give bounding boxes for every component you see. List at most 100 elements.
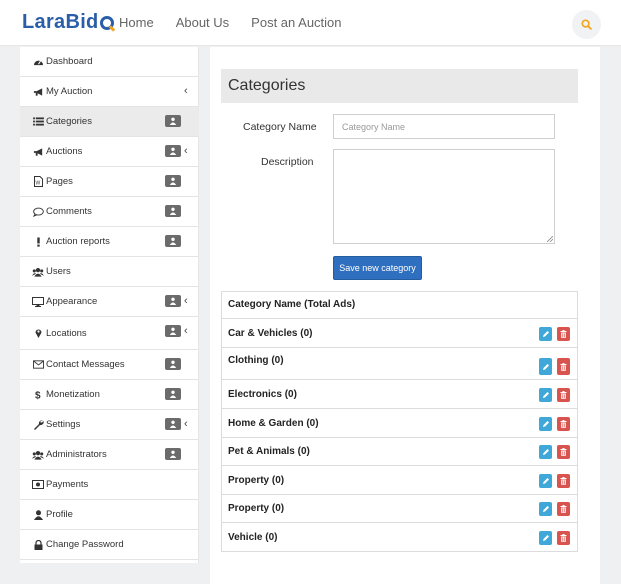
chevron-left-icon[interactable]: ‹ bbox=[184, 325, 188, 337]
sidebar-item-label: Change Password bbox=[46, 539, 124, 550]
sidebar-item-payments[interactable]: Payments bbox=[20, 470, 199, 500]
sidebar-item-pages[interactable]: W Pages bbox=[20, 167, 199, 197]
user-badge-icon bbox=[165, 388, 181, 400]
admin-sidebar: Dashboard My Auction ‹ Categories Auctions ‹ W… bbox=[20, 47, 199, 563]
pencil-icon bbox=[542, 477, 550, 485]
delete-button[interactable] bbox=[557, 417, 570, 431]
site-logo[interactable]: LaraBid bbox=[22, 11, 114, 34]
delete-button[interactable] bbox=[557, 445, 570, 459]
table-row: Vehicle (0) bbox=[222, 523, 577, 552]
edit-button[interactable] bbox=[539, 445, 552, 459]
description-textarea[interactable] bbox=[333, 149, 555, 244]
sidebar-item-dashboard[interactable]: Dashboard bbox=[20, 47, 199, 77]
delete-button[interactable] bbox=[557, 502, 570, 516]
edit-button[interactable] bbox=[539, 531, 552, 545]
pencil-icon bbox=[542, 505, 550, 513]
file-icon: W bbox=[32, 176, 44, 187]
sidebar-item-monetization[interactable]: $ Monetization bbox=[20, 380, 199, 410]
edit-button[interactable] bbox=[539, 388, 552, 402]
table-row: Property (0) bbox=[222, 466, 577, 495]
search-button[interactable] bbox=[572, 10, 601, 39]
sidebar-item-appearance[interactable]: Appearance ‹ bbox=[20, 287, 199, 317]
delete-button[interactable] bbox=[557, 474, 570, 488]
sidebar-item-change-password[interactable]: Change Password bbox=[20, 530, 199, 560]
top-navbar: LaraBid Home About Us Post an Auction bbox=[0, 0, 621, 46]
page-heading-bar: Categories bbox=[221, 69, 578, 103]
user-badge-icon bbox=[165, 205, 181, 217]
user-badge-icon bbox=[165, 175, 181, 187]
sidebar-item-label: Settings bbox=[46, 419, 81, 430]
sidebar-item-label: Appearance bbox=[46, 296, 98, 307]
sidebar-item-label: Categories bbox=[46, 116, 92, 127]
pencil-icon bbox=[542, 330, 550, 338]
chevron-left-icon[interactable]: ‹ bbox=[184, 85, 188, 97]
trash-icon bbox=[560, 391, 567, 399]
sidebar-item-label: Contact Messages bbox=[46, 359, 125, 370]
chevron-left-icon[interactable]: ‹ bbox=[184, 418, 188, 430]
sidebar-item-locations[interactable]: Locations ‹ bbox=[20, 317, 199, 350]
table-row: Car & Vehicles (0) bbox=[222, 319, 577, 348]
delete-button[interactable] bbox=[557, 388, 570, 402]
sidebar-item-auctions[interactable]: Auctions ‹ bbox=[20, 137, 199, 167]
edit-button[interactable] bbox=[539, 502, 552, 516]
category-name-cell: Home & Garden (0) bbox=[228, 418, 319, 429]
exclamation-icon bbox=[32, 237, 44, 247]
sidebar-item-label: Pages bbox=[46, 176, 73, 187]
user-icon bbox=[32, 509, 44, 520]
money-icon bbox=[32, 480, 44, 489]
sidebar-item-contact-messages[interactable]: Contact Messages bbox=[20, 350, 199, 380]
svg-text:$: $ bbox=[35, 391, 41, 401]
edit-button[interactable] bbox=[539, 327, 552, 341]
nav-about-us[interactable]: About Us bbox=[176, 15, 229, 30]
pencil-icon bbox=[542, 534, 550, 542]
edit-button[interactable] bbox=[539, 417, 552, 431]
sidebar-item-label: Comments bbox=[46, 206, 92, 217]
sidebar-item-label: Auctions bbox=[46, 146, 83, 157]
sidebar-item-auction-reports[interactable]: Auction reports bbox=[20, 227, 199, 257]
sidebar-item-label: Administrators bbox=[46, 449, 107, 460]
pencil-icon bbox=[542, 448, 550, 456]
delete-button[interactable] bbox=[557, 358, 570, 375]
category-name-cell: Property (0) bbox=[228, 475, 285, 486]
table-header-row: Category Name (Total Ads) bbox=[222, 292, 577, 319]
category-name-cell: Clothing (0) bbox=[228, 355, 284, 366]
table-row: Electronics (0) bbox=[222, 380, 577, 409]
sidebar-item-my-auction[interactable]: My Auction ‹ bbox=[20, 77, 199, 107]
category-name-cell: Electronics (0) bbox=[228, 389, 297, 400]
sidebar-item-label: My Auction bbox=[46, 86, 93, 97]
category-name-cell: Vehicle (0) bbox=[228, 532, 278, 543]
trash-icon bbox=[560, 477, 567, 485]
delete-button[interactable] bbox=[557, 327, 570, 341]
table-row: Home & Garden (0) bbox=[222, 409, 577, 438]
logo-gavel-icon bbox=[99, 15, 114, 30]
chevron-left-icon[interactable]: ‹ bbox=[184, 295, 188, 307]
save-category-button[interactable]: Save new category bbox=[333, 256, 422, 280]
comment-icon bbox=[32, 207, 44, 217]
table-row: Property (0) bbox=[222, 495, 577, 523]
user-badge-icon bbox=[165, 115, 181, 127]
user-badge-icon bbox=[165, 325, 181, 337]
sidebar-item-profile[interactable]: Profile bbox=[20, 500, 199, 530]
nav-home[interactable]: Home bbox=[119, 15, 154, 30]
dollar-icon: $ bbox=[32, 389, 44, 401]
edit-button[interactable] bbox=[539, 474, 552, 488]
sidebar-item-administrators[interactable]: Administrators bbox=[20, 440, 199, 470]
description-label: Description bbox=[261, 156, 314, 168]
sidebar-item-label: Locations bbox=[46, 327, 87, 339]
nav-post-auction[interactable]: Post an Auction bbox=[251, 15, 341, 30]
table-row: Pet & Animals (0) bbox=[222, 438, 577, 466]
logo-text: LaraBid bbox=[22, 11, 99, 33]
sidebar-item-comments[interactable]: Comments bbox=[20, 197, 199, 227]
category-name-cell: Pet & Animals (0) bbox=[228, 446, 310, 457]
trash-icon bbox=[560, 362, 567, 371]
user-badge-icon bbox=[165, 145, 181, 157]
edit-button[interactable] bbox=[539, 358, 552, 375]
sidebar-item-settings[interactable]: Settings ‹ bbox=[20, 410, 199, 440]
sidebar-item-users[interactable]: Users bbox=[20, 257, 199, 287]
chevron-left-icon[interactable]: ‹ bbox=[184, 145, 188, 157]
resize-handle-icon[interactable] bbox=[547, 236, 553, 242]
delete-button[interactable] bbox=[557, 531, 570, 545]
sidebar-item-label: Dashboard bbox=[46, 56, 93, 67]
category-name-input[interactable] bbox=[333, 114, 555, 139]
sidebar-item-categories[interactable]: Categories bbox=[20, 107, 199, 137]
